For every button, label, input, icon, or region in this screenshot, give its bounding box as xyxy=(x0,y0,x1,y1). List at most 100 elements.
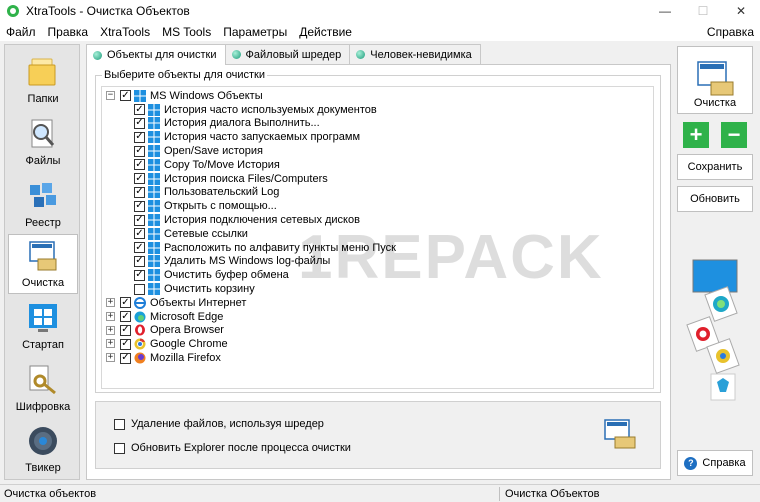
help-button-label: Справка xyxy=(702,457,746,469)
tab-label: Объекты для очистки xyxy=(107,49,217,61)
tree-node[interactable]: + ✓ Объекты Интернет xyxy=(106,296,246,310)
tree-leaf[interactable]: ✓ Очистить буфер обмена xyxy=(134,268,289,282)
actions-panel: Очистка + − Сохранить Обновить ? Справка xyxy=(675,44,757,480)
sidebar-item-encryption[interactable]: Шифровка xyxy=(8,357,78,417)
tree-checkbox[interactable]: ✓ xyxy=(134,104,145,116)
tree-checkbox[interactable] xyxy=(134,283,145,295)
tree-expander-icon[interactable]: + xyxy=(106,298,115,307)
sidebar-item-label: Папки xyxy=(27,93,59,105)
tree-expander-icon[interactable]: + xyxy=(106,339,115,349)
maximize-button[interactable]: ☐ xyxy=(684,0,722,22)
tree-label: Open/Save история xyxy=(164,145,263,158)
shredder-checkbox[interactable] xyxy=(114,418,125,430)
tree-node[interactable]: − ✓ MS Windows Объекты xyxy=(106,89,263,103)
tree-checkbox[interactable]: ✓ xyxy=(120,90,131,102)
menu-help[interactable]: Справка xyxy=(707,25,754,39)
tree-checkbox[interactable]: ✓ xyxy=(134,269,145,281)
question-icon: ? xyxy=(684,456,698,470)
tree-node[interactable]: + ✓ Mozilla Firefox xyxy=(106,351,221,365)
tree-checkbox[interactable]: ✓ xyxy=(134,145,145,157)
remove-button[interactable]: − xyxy=(721,122,747,148)
tab-bullet-icon xyxy=(356,50,366,59)
tree-expander-icon[interactable]: + xyxy=(106,353,115,363)
clean-button[interactable]: Очистка xyxy=(677,46,753,114)
tree-expander-icon[interactable]: − xyxy=(106,91,115,100)
sidebar-item-files[interactable]: Файлы xyxy=(8,111,78,171)
tree-checkbox[interactable]: ✓ xyxy=(134,173,145,185)
tree-checkbox[interactable]: ✓ xyxy=(134,228,145,240)
tree-checkbox[interactable]: ✓ xyxy=(134,159,145,171)
menu-xtratools[interactable]: XtraTools xyxy=(94,25,156,39)
sidebar-item-startup[interactable]: Стартап xyxy=(8,295,78,355)
sidebar-item-label: Файлы xyxy=(25,155,61,167)
sidebar-item-registry[interactable]: Реестр xyxy=(8,173,78,233)
minus-icon: − xyxy=(727,122,741,147)
option-refresh-explorer[interactable]: Обновить Explorer после процесса очистки xyxy=(114,442,351,454)
tree-node[interactable]: + ✓ Google Chrome xyxy=(106,337,228,351)
tree-checkbox[interactable]: ✓ xyxy=(120,338,131,350)
tree-leaf[interactable]: ✓ Удалить MS Windows log-файлы xyxy=(134,255,330,269)
gear-tweaker-icon xyxy=(29,427,57,455)
help-button[interactable]: ? Справка xyxy=(677,450,753,476)
tab-file-shredder[interactable]: Файловый шредер xyxy=(224,44,351,64)
tree-node[interactable]: + ✓ Microsoft Edge xyxy=(106,310,223,324)
tree-leaf[interactable]: ✓ Пользовательский Log xyxy=(134,186,279,200)
tab-bullet-icon xyxy=(231,50,241,59)
tab-invisible-man[interactable]: Человек-невидимка xyxy=(349,44,481,64)
windows-icon xyxy=(148,241,160,254)
tree-leaf[interactable]: ✓ Расположить по алфавиту пункты меню Пус… xyxy=(134,241,396,255)
close-button[interactable]: ✕ xyxy=(722,0,760,22)
refresh-button[interactable]: Обновить xyxy=(677,186,753,212)
sidebar-item-label: Твикер xyxy=(25,462,61,474)
firefox-icon xyxy=(134,352,146,364)
objects-tree[interactable]: − ✓ MS Windows Объекты ✓ История часто испол… xyxy=(101,86,654,389)
sidebar-item-cleanup[interactable]: Очистка xyxy=(8,234,78,294)
tree-leaf[interactable]: ✓ История поиска Files/Computers xyxy=(134,172,328,186)
tree-leaf[interactable]: ✓ Copy To/Move История xyxy=(134,158,280,172)
tree-leaf[interactable]: Очистить корзину xyxy=(134,282,255,296)
tree-expander-icon[interactable]: + xyxy=(106,311,115,321)
tree-checkbox[interactable]: ✓ xyxy=(134,214,145,226)
tree-checkbox[interactable]: ✓ xyxy=(134,242,145,254)
cleanup-options-group: Удаление файлов, используя шредер Обнови… xyxy=(95,401,661,469)
tab-cleanup-objects[interactable]: Объекты для очистки xyxy=(86,44,226,65)
tree-leaf[interactable]: ✓ Open/Save история xyxy=(134,144,263,158)
tree-checkbox[interactable]: ✓ xyxy=(134,131,145,143)
tree-node[interactable]: + ✓ Opera Browser xyxy=(106,324,224,338)
option-shredder[interactable]: Удаление файлов, используя шредер xyxy=(114,418,324,430)
tree-checkbox[interactable]: ✓ xyxy=(120,352,131,364)
tree-expander-icon[interactable]: + xyxy=(106,325,115,335)
add-button[interactable]: + xyxy=(683,122,709,148)
tree-checkbox[interactable]: ✓ xyxy=(120,297,131,309)
tree-checkbox[interactable]: ✓ xyxy=(120,311,131,323)
tree-leaf[interactable]: ✓ История подключения сетевых дисков xyxy=(134,213,360,227)
tree-checkbox[interactable]: ✓ xyxy=(134,186,145,198)
tree-leaf[interactable]: ✓ История часто используемых документов xyxy=(134,103,377,117)
tab-strip: Объекты для очистки Файловый шредер Чело… xyxy=(86,44,481,65)
sidebar-item-folders[interactable]: Папки xyxy=(8,49,78,109)
tree-leaf[interactable]: ✓ История диалога Выполнить... xyxy=(134,117,320,131)
menu-edit[interactable]: Правка xyxy=(42,25,95,39)
objects-group: Выберите объекты для очистки − ✓ MS Window… xyxy=(95,69,661,393)
refresh-explorer-checkbox[interactable] xyxy=(114,442,125,454)
windows-icon xyxy=(148,227,160,240)
windows-icon xyxy=(148,269,160,282)
minimize-button[interactable]: — xyxy=(646,0,684,22)
menu-parameters[interactable]: Параметры xyxy=(217,25,293,39)
objects-group-title: Выберите объекты для очистки xyxy=(102,69,267,81)
save-button[interactable]: Сохранить xyxy=(677,154,753,180)
tree-checkbox[interactable]: ✓ xyxy=(134,117,145,129)
clean-button-label: Очистка xyxy=(693,97,737,109)
tree-leaf[interactable]: ✓ Сетевые ссылки xyxy=(134,227,248,241)
tree-checkbox[interactable]: ✓ xyxy=(134,255,145,267)
tree-checkbox[interactable]: ✓ xyxy=(134,200,145,212)
tree-leaf[interactable]: ✓ История часто запускаемых программ xyxy=(134,130,360,144)
tree-leaf[interactable]: ✓ Открыть с помощью... xyxy=(134,199,277,213)
menu-file[interactable]: Файл xyxy=(0,25,42,39)
tab-content: Выберите объекты для очистки − ✓ MS Window… xyxy=(86,64,671,480)
cleanup-targets-illustration xyxy=(686,259,740,401)
sidebar-item-tweaker[interactable]: Твикер xyxy=(8,418,78,478)
menu-ms-tools[interactable]: MS Tools xyxy=(156,25,217,39)
tree-checkbox[interactable]: ✓ xyxy=(120,324,131,336)
menu-action[interactable]: Действие xyxy=(293,25,358,39)
